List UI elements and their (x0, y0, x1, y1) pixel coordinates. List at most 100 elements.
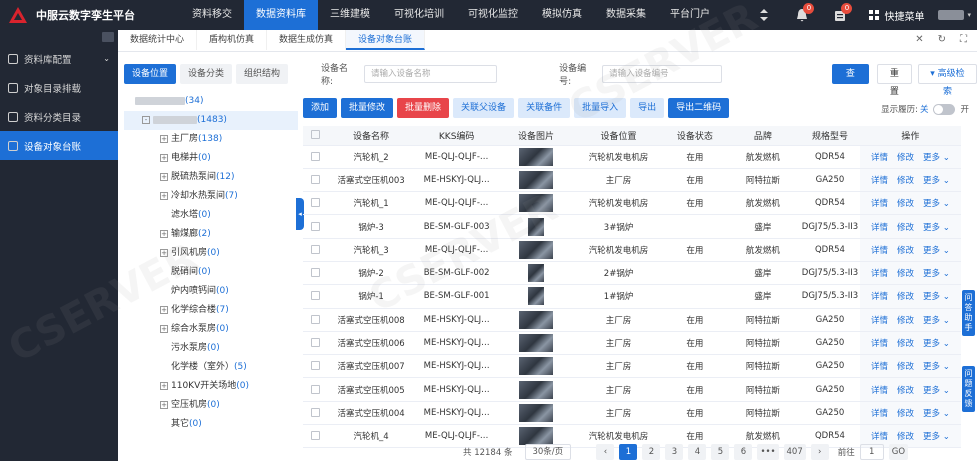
detail-link[interactable]: 详情 (871, 337, 888, 349)
page-tab[interactable]: 数据统计中心 (118, 30, 198, 50)
assistant-float-button[interactable]: 问答助手 (962, 290, 975, 336)
prev-page-button[interactable]: ‹ (596, 444, 615, 460)
more-link[interactable]: 更多 ⌄ (923, 197, 950, 209)
page-button[interactable]: 6 (734, 444, 753, 460)
edit-link[interactable]: 修改 (897, 290, 914, 302)
device-thumbnail[interactable] (519, 310, 554, 329)
more-link[interactable]: 更多 ⌄ (923, 267, 950, 279)
tree-node[interactable]: + 综合水泵房(0) (124, 320, 298, 339)
device-thumbnail[interactable] (519, 427, 554, 446)
action-button[interactable]: 批量修改 (341, 98, 394, 118)
edit-link[interactable]: 修改 (897, 267, 914, 279)
nav-item[interactable]: 可视化监控 (456, 0, 530, 30)
row-checkbox[interactable] (310, 268, 320, 278)
page-button[interactable]: 1 (619, 444, 638, 460)
close-tabs-icon[interactable]: ✕ (915, 34, 923, 45)
device-thumbnail[interactable] (519, 240, 554, 259)
page-tab[interactable]: 数据生成仿真 (267, 30, 347, 50)
nav-item[interactable]: 数据资料库 (244, 0, 318, 30)
row-checkbox[interactable] (310, 338, 320, 348)
device-code-input[interactable]: 请输入设备编号 (602, 65, 722, 83)
page-tab[interactable]: 盾构机仿真 (197, 30, 268, 50)
row-checkbox[interactable] (310, 221, 320, 231)
collapse-icon[interactable]: - (142, 115, 150, 124)
page-button[interactable]: 3 (665, 444, 684, 460)
collapse-sidebar-icon[interactable] (0, 30, 118, 44)
page-button[interactable]: 407 (783, 444, 806, 460)
more-link[interactable]: 更多 ⌄ (923, 430, 950, 442)
more-link[interactable]: 更多 ⌄ (923, 384, 950, 396)
table-row[interactable]: 活塞式空压机007 ME-HSKYJ-QLJ… 主厂房 在用 阿特拉斯 GA250 详情 修改… (303, 354, 961, 379)
advanced-search-button[interactable]: ▾ 高级检索 (917, 64, 977, 97)
detail-link[interactable]: 详情 (871, 384, 888, 396)
history-switch[interactable] (933, 103, 956, 115)
nav-item[interactable]: 三维建模 (318, 0, 382, 30)
tree-node[interactable]: 滤水塔(0) (124, 206, 298, 225)
expand-icon[interactable]: + (160, 248, 168, 257)
tree-tab[interactable]: 组织结构 (236, 64, 289, 84)
row-checkbox[interactable] (310, 384, 320, 394)
more-link[interactable]: 更多 ⌄ (923, 407, 950, 419)
sidebar-item[interactable]: 对象目录排载 (0, 73, 118, 102)
tree-node[interactable]: 其它(0) (124, 415, 298, 434)
tree-node[interactable]: 污水泵房(0) (124, 339, 298, 358)
page-button[interactable]: 2 (642, 444, 661, 460)
tree-node[interactable]: 化学楼（室外）(5) (124, 358, 298, 377)
detail-link[interactable]: 详情 (871, 430, 888, 442)
tree-node[interactable]: + 空压机房(0) (124, 396, 298, 415)
tree-node[interactable]: + 电梯井(0) (124, 149, 298, 168)
row-checkbox[interactable] (310, 151, 320, 161)
device-thumbnail[interactable] (528, 217, 545, 236)
device-thumbnail[interactable] (528, 264, 545, 283)
row-checkbox[interactable] (310, 244, 320, 254)
detail-link[interactable]: 详情 (871, 151, 888, 163)
page-button[interactable]: 5 (711, 444, 730, 460)
more-link[interactable]: 更多 ⌄ (923, 314, 950, 326)
detail-link[interactable]: 详情 (871, 174, 888, 186)
action-button[interactable]: 导出二维码 (668, 98, 730, 118)
device-thumbnail[interactable] (519, 147, 554, 166)
expand-icon[interactable]: + (160, 134, 168, 143)
nav-item[interactable]: 数据采集 (594, 0, 658, 30)
table-row[interactable]: 锅炉-2 BE-SM-GLF-002 2#锅炉 盛岸 DGJ75/5.3-II3 详情 修改… (303, 261, 961, 286)
detail-link[interactable]: 详情 (871, 360, 888, 372)
edit-link[interactable]: 修改 (897, 151, 914, 163)
sidebar-item[interactable]: 资料库配置 ⌄ (0, 44, 118, 73)
edit-link[interactable]: 修改 (897, 221, 914, 233)
device-thumbnail[interactable] (519, 403, 554, 422)
nav-scroll-icon[interactable] (753, 4, 775, 26)
nav-item[interactable]: 平台门户 (658, 0, 722, 30)
device-thumbnail[interactable] (519, 380, 554, 399)
row-checkbox[interactable] (310, 291, 320, 301)
action-button[interactable]: 导出 (630, 98, 665, 118)
nav-item[interactable]: 可视化培训 (382, 0, 456, 30)
row-checkbox[interactable] (310, 407, 320, 417)
device-thumbnail[interactable] (519, 194, 554, 213)
page-size-select[interactable]: 30条/页 (525, 444, 572, 460)
reset-button[interactable]: 重 置 (876, 64, 912, 97)
goto-page-input[interactable]: 1 (859, 444, 884, 460)
message-icon[interactable]: 0 (829, 3, 853, 26)
more-link[interactable]: 更多 ⌄ (923, 360, 950, 372)
tree-node[interactable]: + 引风机房(0) (124, 244, 298, 263)
next-page-button[interactable]: › (810, 444, 829, 460)
expand-icon[interactable]: + (160, 229, 168, 238)
nav-item[interactable]: 资料移交 (180, 0, 244, 30)
nav-item[interactable]: 模拟仿真 (530, 0, 594, 30)
action-button[interactable]: 批量导入 (574, 98, 627, 118)
detail-link[interactable]: 详情 (871, 407, 888, 419)
edit-link[interactable]: 修改 (897, 174, 914, 186)
expand-icon[interactable]: + (160, 400, 168, 409)
tree-node[interactable]: + 冷却水热泵间(7) (124, 187, 298, 206)
edit-link[interactable]: 修改 (897, 314, 914, 326)
table-row[interactable]: 汽轮机_3 ME-QLJ-QLJF-… 汽轮机发电机房 在用 航发燃机 QDR54 详情 修改… (303, 238, 961, 262)
edit-link[interactable]: 修改 (897, 360, 914, 372)
table-row[interactable]: 锅炉-3 BE-SM-GLF-003 3#锅炉 盛岸 DGJ75/5.3-II3 详情 修改… (303, 214, 961, 239)
edit-link[interactable]: 修改 (897, 337, 914, 349)
expand-icon[interactable]: + (160, 191, 168, 200)
tree-node[interactable]: + 输煤廊(2) (124, 225, 298, 244)
bell-icon[interactable]: 0 (791, 3, 815, 26)
more-link[interactable]: 更多 ⌄ (923, 337, 950, 349)
tree-tab[interactable]: 设备分类 (180, 64, 233, 84)
detail-link[interactable]: 详情 (871, 221, 888, 233)
